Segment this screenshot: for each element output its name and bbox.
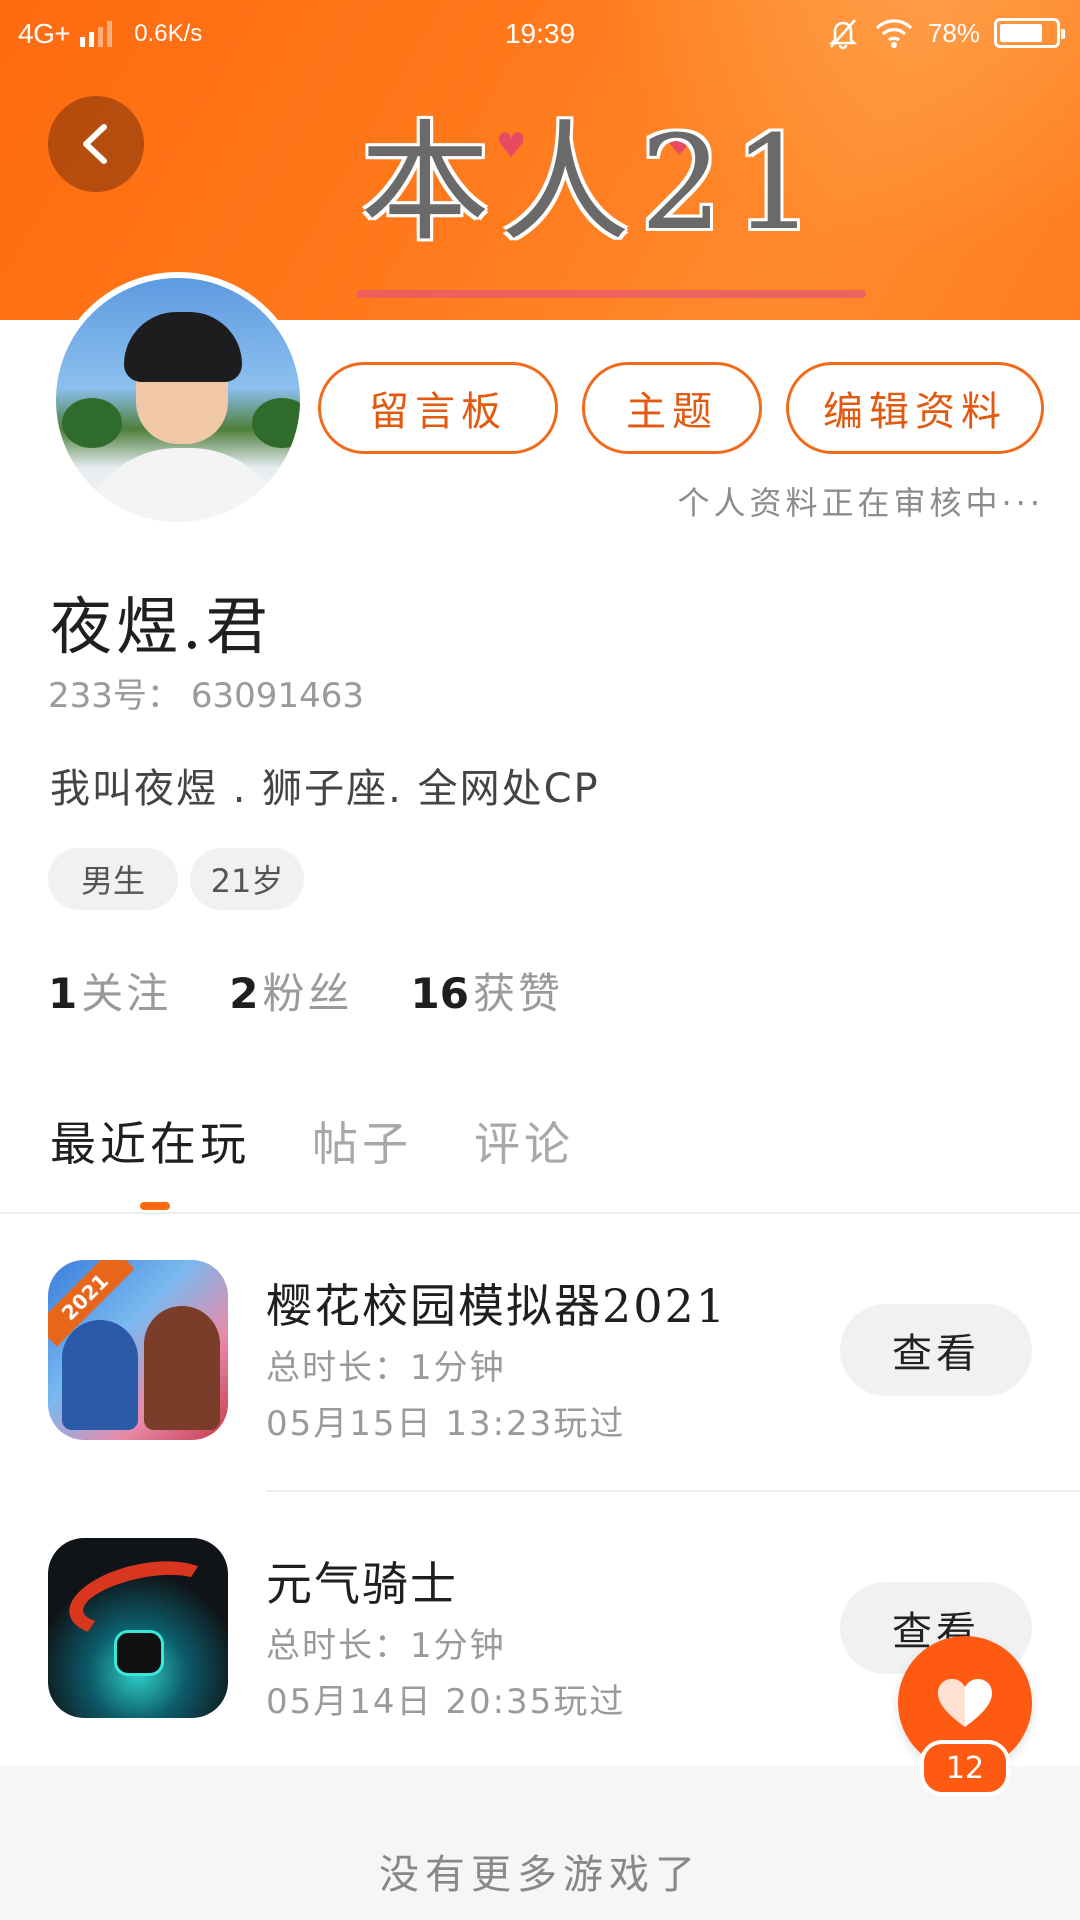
- profile-stats: 1关注 2粉丝 16获赞: [48, 960, 563, 1021]
- profile-review-note: 个人资料正在审核中···: [677, 484, 1044, 522]
- status-bar: 4G+ 0.6K/s 19:39 78%: [0, 0, 1080, 70]
- banner-title: 本人21: [360, 107, 826, 259]
- edit-profile-button[interactable]: 编辑资料: [786, 362, 1044, 454]
- theme-button[interactable]: 主题: [582, 362, 762, 454]
- followers-label: 粉丝: [262, 969, 353, 1018]
- avatar-hair: [124, 312, 242, 382]
- view-game-button[interactable]: 查看: [840, 1304, 1032, 1396]
- tab-recently-played[interactable]: 最近在玩: [50, 1108, 250, 1174]
- mute-bell-icon: [828, 19, 858, 50]
- like-count: 12: [920, 1740, 1010, 1796]
- age-tag: 21岁: [190, 848, 304, 910]
- game-last-played: 05月15日 13:23玩过: [266, 1404, 626, 1444]
- profile-bio: 我叫夜煜 . 狮子座. 全网处CP: [50, 766, 600, 812]
- sakura-school-game-icon[interactable]: 2021: [48, 1260, 228, 1440]
- icon-character: [62, 1320, 138, 1430]
- profile-tabs: 最近在玩 帖子 评论: [50, 1108, 574, 1174]
- following-label: 关注: [81, 969, 172, 1018]
- soul-knight-game-icon[interactable]: [48, 1538, 228, 1718]
- banner-underline: [356, 290, 866, 298]
- battery-percent: 78%: [927, 17, 980, 48]
- message-board-button[interactable]: 留言板: [318, 362, 558, 454]
- avatar-bg-tree: [62, 398, 122, 448]
- chevron-left-icon: [83, 124, 107, 164]
- active-tab-indicator: [140, 1202, 170, 1210]
- icon-character: [144, 1306, 220, 1430]
- followers-count: 2: [229, 969, 259, 1018]
- followers-stat[interactable]: 2粉丝: [229, 960, 352, 1021]
- game-last-played: 05月14日 20:35玩过: [266, 1682, 626, 1722]
- game-name: 元气骑士: [266, 1557, 458, 1611]
- divider: [0, 1212, 1080, 1214]
- tab-posts[interactable]: 帖子: [312, 1108, 412, 1174]
- avatar[interactable]: [50, 272, 306, 528]
- battery-icon: [994, 18, 1065, 48]
- avatar-shirt: [78, 448, 290, 522]
- following-stat[interactable]: 1关注: [48, 960, 171, 1021]
- profile-nickname: 夜煜.君: [50, 590, 272, 663]
- battery-fill: [1000, 24, 1043, 42]
- game-duration: 总时长：1分钟: [266, 1348, 506, 1388]
- following-count: 1: [48, 969, 78, 1018]
- avatar-bg-tree: [252, 398, 300, 448]
- back-button[interactable]: [48, 96, 144, 192]
- tab-comments[interactable]: 评论: [474, 1108, 574, 1174]
- game-duration: 总时长：1分钟: [266, 1626, 506, 1666]
- likes-stat: 16获赞: [411, 960, 563, 1021]
- wifi-icon: [875, 19, 913, 48]
- likes-count: 16: [410, 969, 469, 1018]
- uid-value: 63091463: [190, 676, 364, 716]
- status-bar-right: 78%: [826, 16, 1065, 50]
- likes-label: 获赞: [472, 969, 563, 1018]
- heart-icon: [938, 1679, 992, 1727]
- profile-uid: 233号： 63091463: [48, 668, 364, 717]
- game-name: 樱花校园模拟器2021: [266, 1279, 728, 1333]
- list-item[interactable]: 2021 樱花校园模拟器2021 总时长：1分钟 05月15日 13:23玩过 …: [0, 1260, 1080, 1490]
- divider: [266, 1490, 1080, 1492]
- uid-label: 233号：: [48, 676, 181, 716]
- icon-character: [114, 1630, 164, 1676]
- gender-tag: 男生: [48, 848, 178, 910]
- no-more-games-text: 没有更多游戏了: [379, 1852, 701, 1898]
